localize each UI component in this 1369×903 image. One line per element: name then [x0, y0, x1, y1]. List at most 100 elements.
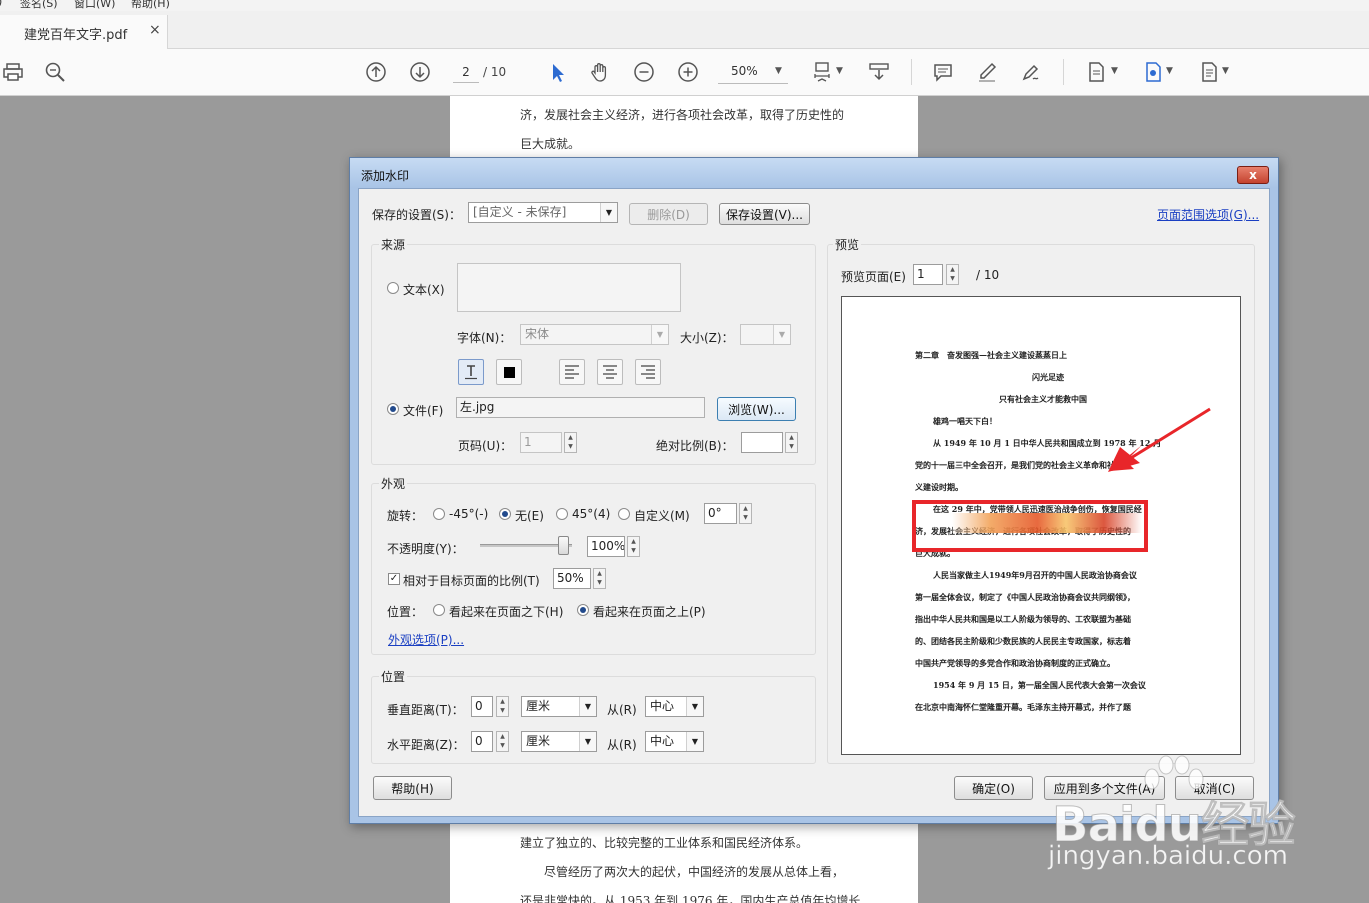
zoom-out-icon[interactable]: [631, 59, 657, 85]
print-icon[interactable]: [0, 59, 26, 85]
rotate-custom-radio[interactable]: [618, 508, 630, 520]
chevron-down-icon[interactable]: ▼: [1222, 66, 1229, 76]
file-path-field[interactable]: 左.jpg: [456, 397, 705, 418]
menu-item-help[interactable]: 帮助(H): [131, 0, 170, 11]
text-radio[interactable]: [387, 282, 399, 294]
chevron-down-icon: ▼: [600, 203, 617, 222]
vertical-distance-field[interactable]: 0: [471, 696, 493, 717]
vertical-from-select[interactable]: 中心 ▼: [645, 696, 704, 717]
vertical-distance-stepper[interactable]: ▲ ▼: [496, 696, 509, 717]
opacity-field[interactable]: 100%: [587, 536, 625, 557]
menu-item-window[interactable]: 窗口(W): [74, 0, 115, 11]
doc-text-line: 济，发展社会主义经济，进行各项社会改革，取得了历史性的: [520, 108, 845, 122]
chevron-down-icon[interactable]: ▼: [1166, 66, 1173, 76]
fit-page-icon[interactable]: [809, 59, 835, 85]
chevron-down-icon[interactable]: ▼: [775, 66, 782, 76]
align-left-icon[interactable]: [559, 359, 585, 385]
highlight-box: [912, 500, 1148, 552]
horizontal-unit-select[interactable]: 厘米 ▼: [521, 731, 597, 752]
zoom-in-icon[interactable]: [675, 59, 701, 85]
page-settings-icon[interactable]: [1140, 59, 1166, 85]
comment-icon[interactable]: [930, 59, 956, 85]
relative-scale-checkbox[interactable]: ✓: [388, 573, 400, 585]
horizontal-distance-stepper[interactable]: ▲ ▼: [496, 731, 509, 752]
rotation-field[interactable]: 0°: [704, 503, 737, 524]
horizontal-from-value: 中心: [650, 734, 675, 748]
toolbar: / 10 50% ▼ ▼ ▼ ▼ ▼: [0, 49, 1369, 96]
zoom-search-icon[interactable]: [42, 59, 68, 85]
document-icon[interactable]: [1196, 59, 1222, 85]
preview-text-line: 只有社会主义才能救中国: [999, 394, 1087, 404]
doc-text-line: 巨大成就。: [520, 137, 581, 151]
rotate-45-radio[interactable]: [556, 508, 568, 520]
chevron-down-icon: ▼: [773, 325, 790, 344]
preview-page-label: 预览页面(E): [841, 270, 906, 284]
menu-item-fragment[interactable]: ): [0, 0, 2, 8]
font-select[interactable]: 宋体 ▼: [520, 324, 669, 345]
preview-page-stepper[interactable]: ▲ ▼: [946, 264, 959, 285]
page-tool-icon[interactable]: [1083, 59, 1109, 85]
document-tab[interactable]: 建党百年文字.pdf ×: [0, 15, 168, 50]
horizontal-distance-field[interactable]: 0: [471, 731, 493, 752]
rotation-stepper[interactable]: ▲ ▼: [739, 503, 752, 524]
sign-icon[interactable]: [1018, 59, 1044, 85]
page-number-field[interactable]: 1: [520, 432, 562, 453]
file-radio[interactable]: [387, 403, 399, 415]
opacity-label: 不透明度(Y)：: [387, 542, 464, 556]
opacity-stepper[interactable]: ▲ ▼: [627, 536, 640, 557]
hand-tool-icon[interactable]: [587, 59, 613, 85]
select-arrow-icon[interactable]: [544, 59, 570, 85]
page-number-input[interactable]: [453, 61, 479, 83]
absolute-scale-field[interactable]: [741, 432, 783, 453]
help-button[interactable]: 帮助(H): [373, 776, 452, 800]
saved-settings-value: [自定义 - 未保存]: [473, 205, 567, 219]
browse-button[interactable]: 浏览(W)...: [717, 397, 796, 421]
text-underline-icon[interactable]: [458, 359, 484, 385]
chevron-down-icon[interactable]: ▼: [1111, 66, 1118, 76]
save-settings-button[interactable]: 保存设置(V)...: [719, 203, 810, 225]
page-down-icon[interactable]: [407, 59, 433, 85]
highlight-pen-icon[interactable]: [974, 59, 1000, 85]
watermark-text-area[interactable]: [457, 263, 681, 312]
chevron-down-icon[interactable]: ▼: [836, 66, 843, 76]
rotate-neg45-radio[interactable]: [433, 508, 445, 520]
page-range-options-link[interactable]: 页面范围选项(G)...: [1157, 206, 1259, 223]
page-number-stepper[interactable]: ▲ ▼: [564, 432, 577, 453]
vertical-from-value: 中心: [650, 699, 675, 713]
relative-scale-stepper[interactable]: ▲ ▼: [593, 568, 606, 589]
preview-text-line: 的、团结各民主阶级和少数民族的人民民主专政国家，标志着: [915, 636, 1131, 646]
preview-page-field[interactable]: 1: [913, 264, 943, 285]
position-label: 位置：: [387, 605, 424, 619]
vertical-unit-select[interactable]: 厘米 ▼: [521, 696, 597, 717]
scroll-mode-icon[interactable]: [866, 59, 892, 85]
text-color-icon[interactable]: [496, 359, 522, 385]
align-right-icon[interactable]: [635, 359, 661, 385]
dialog-titlebar[interactable]: 添加水印 x: [350, 158, 1278, 188]
red-arrow-icon: [1108, 407, 1211, 472]
size-select[interactable]: ▼: [740, 324, 791, 345]
toolbar-divider: [911, 59, 912, 85]
tab-close-icon[interactable]: ×: [149, 22, 161, 38]
absolute-scale-stepper[interactable]: ▲ ▼: [785, 432, 798, 453]
menu-bar: ) 签名(S) 窗口(W) 帮助(H): [0, 0, 1369, 11]
menu-item-sign[interactable]: 签名(S): [20, 0, 58, 11]
front-page-radio[interactable]: [577, 604, 589, 616]
page-up-icon[interactable]: [363, 59, 389, 85]
behind-page-radio[interactable]: [433, 604, 445, 616]
source-group-title: 来源: [379, 236, 408, 253]
relative-scale-field[interactable]: 50%: [553, 568, 591, 589]
preview-text-line: 雄鸡一唱天下白！: [933, 416, 997, 426]
baidu-url-text: jingyan.baidu.com: [1048, 841, 1288, 872]
relative-scale-label: 相对于目标页面的比例(T): [403, 574, 540, 588]
opacity-slider-thumb[interactable]: [558, 536, 569, 555]
preview-text-line: 闪光足迹: [1032, 372, 1064, 382]
horizontal-from-label: 从(R): [607, 738, 637, 752]
rotate-none-radio[interactable]: [499, 508, 511, 520]
align-center-icon[interactable]: [597, 359, 623, 385]
saved-settings-select[interactable]: [自定义 - 未保存] ▼: [468, 202, 618, 223]
delete-button[interactable]: 删除(D): [629, 203, 708, 225]
baidu-watermark: Baidu经验 jingyan.baidu.com: [1020, 755, 1360, 875]
appearance-options-link[interactable]: 外观选项(P)...: [388, 631, 464, 648]
horizontal-from-select[interactable]: 中心 ▼: [645, 731, 704, 752]
close-icon[interactable]: x: [1237, 166, 1269, 184]
